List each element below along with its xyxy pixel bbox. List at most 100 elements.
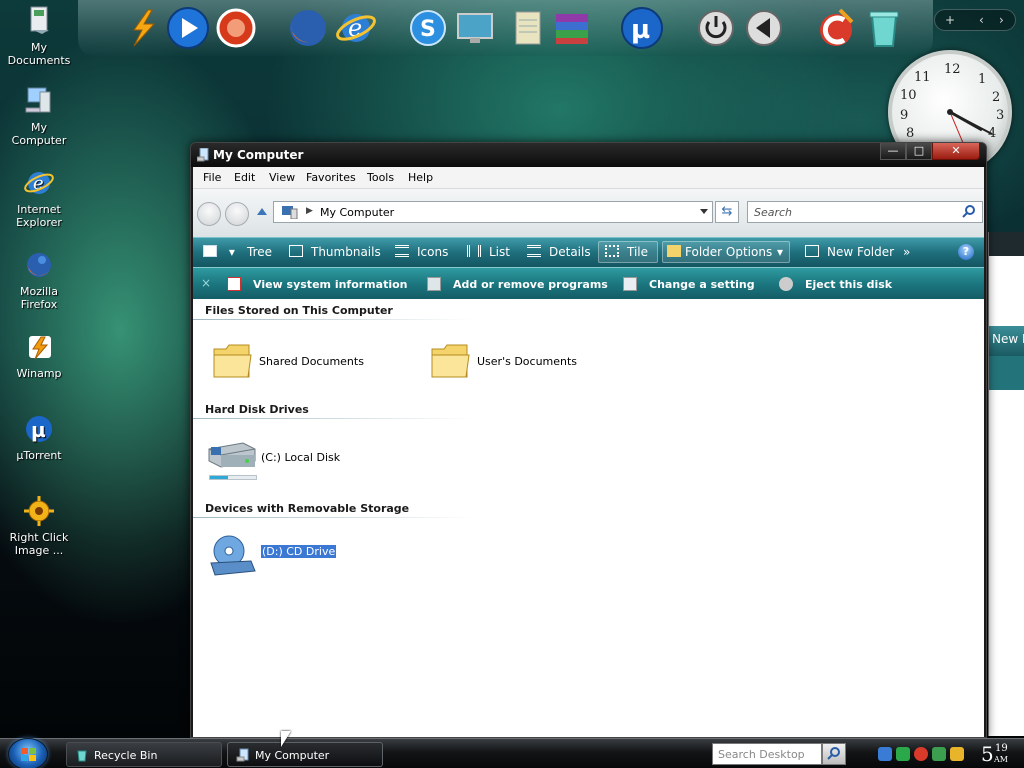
back-button[interactable]: [197, 202, 221, 226]
dock-utorrent-icon[interactable]: µ: [620, 6, 664, 50]
change-a-setting-link[interactable]: Change a setting: [623, 277, 755, 291]
taskbar-button-recycle-bin[interactable]: Recycle Bin: [66, 742, 222, 767]
cd-drive-d-label: (D:) CD Drive: [259, 544, 338, 559]
gadget-next-button[interactable]: ›: [999, 13, 1004, 27]
new-folder-label: New Folder: [827, 245, 895, 259]
group-header-files-stored[interactable]: Files Stored on This Computer: [205, 304, 393, 317]
refresh-button[interactable]: ⇆: [715, 201, 739, 223]
up-arrow-icon[interactable]: [257, 208, 267, 215]
cd-drive-d-item[interactable]: (D:) CD Drive: [207, 531, 407, 581]
winrar-icon[interactable]: [550, 6, 594, 50]
tree-button[interactable]: Tree: [247, 245, 272, 259]
monitor-icon[interactable]: [454, 6, 498, 50]
layout-button[interactable]: ▾: [203, 245, 235, 259]
background-window[interactable]: New F: [988, 232, 1024, 736]
gadget-prev-button[interactable]: ‹: [979, 13, 984, 27]
address-box[interactable]: ▶ My Computer: [273, 201, 713, 223]
window-titlebar[interactable]: My Computer — □ ✕: [191, 143, 986, 167]
address-path: My Computer: [320, 206, 395, 219]
tray-search-icon[interactable]: [878, 747, 892, 761]
address-dropdown-icon[interactable]: [700, 209, 708, 214]
group-header-removable-storage[interactable]: Devices with Removable Storage: [205, 502, 409, 515]
system-information-icon: [227, 277, 241, 291]
search-icon[interactable]: [962, 205, 976, 222]
ccleaner-icon[interactable]: [814, 6, 858, 50]
gadget-mini-panel: + ‹ ›: [934, 9, 1016, 31]
close-button[interactable]: ✕: [932, 143, 980, 160]
recycle-bin-icon[interactable]: [862, 6, 906, 50]
top-dock: e S µ: [78, 0, 933, 56]
clock-ampm: AM: [994, 755, 1008, 764]
folder-options-button[interactable]: Folder Options: [667, 245, 772, 259]
menu-view[interactable]: View: [269, 171, 295, 184]
shared-documents-item[interactable]: Shared Documents: [211, 339, 411, 383]
taskbar-button-my-computer[interactable]: My Computer: [227, 742, 383, 767]
tray-app-icon[interactable]: [950, 747, 964, 761]
minimize-button[interactable]: —: [880, 143, 906, 160]
clock-hour: 5: [981, 742, 994, 766]
eject-this-disk-link[interactable]: Eject this disk: [779, 277, 892, 291]
desktop-icon-my-computer[interactable]: My Computer: [0, 84, 78, 147]
volume-icon[interactable]: [742, 6, 786, 50]
group-divider: [193, 517, 473, 518]
notepad-icon[interactable]: [506, 6, 550, 50]
toolbar-overflow-button[interactable]: »: [903, 245, 910, 259]
real-player-icon[interactable]: [214, 6, 258, 50]
local-disk-c-label: (C:) Local Disk: [261, 451, 341, 464]
svg-text:µ: µ: [631, 15, 650, 45]
menu-tools[interactable]: Tools: [367, 171, 394, 184]
change-a-setting-label: Change a setting: [649, 278, 755, 291]
svg-text:µ: µ: [31, 418, 46, 442]
add-remove-programs-link[interactable]: Add or remove programs: [427, 277, 608, 291]
view-system-information-link[interactable]: View system information: [227, 277, 408, 291]
windows-logo-icon: [21, 748, 36, 761]
background-window-tasks: [989, 356, 1024, 390]
details-button[interactable]: Details: [527, 245, 591, 259]
help-icon[interactable]: ?: [958, 244, 974, 260]
desktop-search-input[interactable]: Search Desktop: [712, 743, 822, 765]
dock-firefox-icon[interactable]: [286, 6, 330, 50]
desktop-icon-internet-explorer[interactable]: e Internet Explorer: [0, 166, 78, 229]
tray-update-icon[interactable]: [932, 747, 946, 761]
power-icon[interactable]: [694, 6, 738, 50]
new-folder-button[interactable]: New Folder: [805, 245, 894, 259]
desktop-icon-mozilla-firefox[interactable]: Mozilla Firefox: [0, 248, 78, 311]
local-disk-c-item[interactable]: (C:) Local Disk: [207, 439, 407, 483]
recycle-bin-icon: [75, 748, 89, 762]
desktop-icon-right-click-image[interactable]: Right Click Image ...: [0, 494, 78, 557]
start-button[interactable]: [8, 738, 48, 768]
search-input[interactable]: Search: [747, 201, 983, 223]
desktop-icon-winamp[interactable]: Winamp: [0, 330, 78, 380]
desktop-icon-utorrent[interactable]: µ µTorrent: [0, 412, 78, 462]
thumbnails-button[interactable]: Thumbnails: [289, 245, 381, 259]
media-player-icon[interactable]: [166, 6, 210, 50]
tile-button[interactable]: Tile: [605, 245, 648, 259]
menu-favorites[interactable]: Favorites: [306, 171, 356, 184]
taskbar-button-label: Recycle Bin: [94, 749, 158, 762]
tray-security-icon[interactable]: [914, 747, 928, 761]
desktop-icon-my-documents[interactable]: My Documents: [0, 4, 78, 67]
desktop-search-button[interactable]: [822, 743, 846, 765]
group-header-hard-disk-drives[interactable]: Hard Disk Drives: [205, 403, 309, 416]
icons-button[interactable]: Icons: [395, 245, 448, 259]
list-button[interactable]: List: [467, 245, 510, 259]
users-documents-item[interactable]: User's Documents: [429, 339, 629, 383]
disk-usage-bar: [209, 475, 257, 480]
dock-internet-explorer-icon[interactable]: e: [334, 6, 378, 50]
menu-help[interactable]: Help: [408, 171, 433, 184]
file-pane[interactable]: Files Stored on This Computer Shared Doc…: [193, 299, 984, 737]
forward-button[interactable]: [225, 202, 249, 226]
skype-icon[interactable]: S: [406, 6, 450, 50]
eject-this-disk-label: Eject this disk: [805, 278, 893, 291]
folder-options-dropdown-icon[interactable]: ▾: [777, 245, 783, 259]
breadcrumb-arrow-icon[interactable]: ▶: [306, 206, 313, 216]
maximize-button[interactable]: □: [906, 143, 932, 160]
menu-file[interactable]: File: [203, 171, 221, 184]
add-gadget-button[interactable]: +: [945, 13, 955, 27]
tray-network-icon[interactable]: [896, 747, 910, 761]
dock-winamp-icon[interactable]: [120, 6, 164, 50]
background-window-new-folder-label[interactable]: New F: [992, 332, 1024, 346]
close-tasks-icon[interactable]: ×: [201, 276, 211, 290]
my-documents-icon: [22, 4, 56, 38]
menu-edit[interactable]: Edit: [234, 171, 255, 184]
